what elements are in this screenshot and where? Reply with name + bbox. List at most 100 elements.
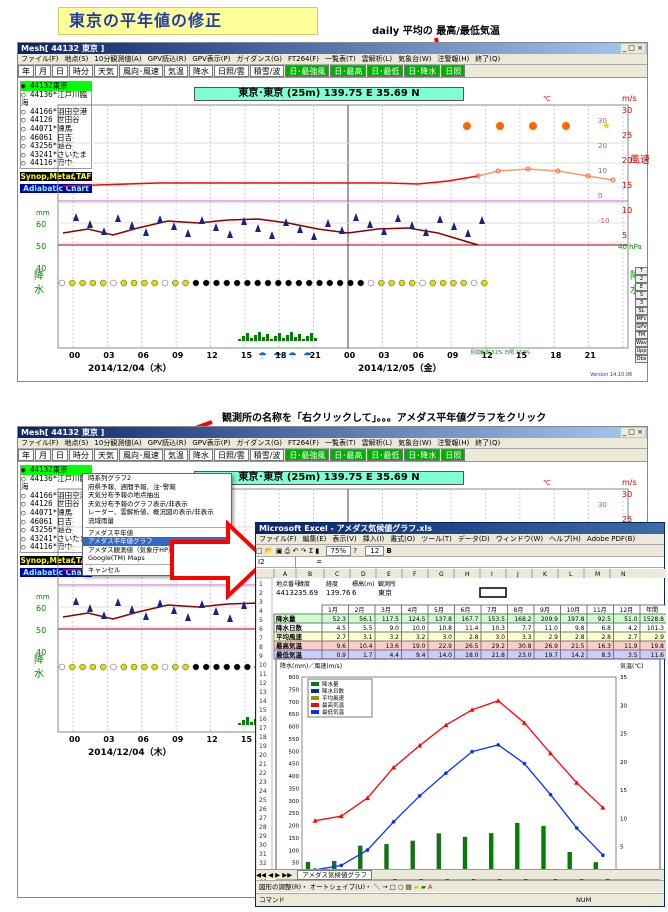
hpa-tick: 50 [36, 242, 46, 251]
arrow-tool-icon[interactable]: → [382, 883, 390, 891]
bar-降水量 [515, 822, 520, 876]
weather-symbol [213, 663, 220, 671]
excel-menu-item[interactable]: Adobe PDF(B) [584, 535, 638, 543]
bar-降水量 [541, 825, 546, 876]
draw-toolbar-label[interactable]: 図形の調整(R)・ オートシェイプ(U)・ [259, 883, 371, 891]
status-left: コマンド [259, 896, 285, 904]
cell-value: 7.7 [522, 625, 532, 632]
side-button[interactable]: T [635, 267, 648, 275]
col-header[interactable]: I [491, 571, 493, 578]
sum-icon[interactable]: Σ [309, 547, 313, 555]
excel-menu-item[interactable]: ツール(T) [418, 535, 455, 543]
left-tick-label: 150 [289, 836, 300, 842]
side-button[interactable]: GPV [635, 323, 648, 331]
weather-symbol [223, 663, 231, 671]
weather-symbol [347, 279, 354, 287]
legend-swatch [311, 703, 319, 707]
sheet-nav-icon[interactable]: ◀◀ ◀ ▶ ▶▶ [256, 871, 292, 879]
chart-left-axis-label: 降水(mm)／風速(m/s) [280, 662, 342, 670]
rect-tool-icon[interactable]: □ [390, 883, 398, 891]
side-button[interactable]: Wav [635, 339, 648, 347]
col-header[interactable]: B [308, 571, 312, 578]
oval-tool-icon[interactable]: ○ [398, 883, 406, 891]
selected-cell[interactable] [479, 587, 507, 598]
month-header: 10月 [567, 607, 581, 614]
precip-bar [274, 336, 277, 341]
info-header: 標高(m) [352, 580, 375, 588]
weather-symbol [79, 663, 86, 671]
side-button[interactable]: S [635, 291, 648, 299]
side-button[interactable]: Obs [635, 355, 648, 363]
excel-menu-item[interactable]: 挿入(I) [360, 535, 388, 543]
help-icon[interactable]: ? [353, 547, 357, 555]
sheet-tab[interactable]: アメダス気候値グラフ [297, 870, 372, 880]
col-header[interactable]: C [335, 571, 339, 578]
excel-menu-item[interactable]: 書式(O) [387, 535, 418, 543]
excel-menu-item[interactable]: ヘルプ(H) [546, 535, 584, 543]
wind-tick: 25 [622, 131, 632, 140]
left-tick-label: 450 [289, 762, 300, 768]
cell-value: 11.6 [651, 652, 665, 659]
side-button[interactable]: E [635, 283, 648, 291]
textbox-tool-icon[interactable]: ▤ [406, 883, 414, 891]
excel-menu-item[interactable]: データ(D) [455, 535, 493, 543]
cell-value: 29.2 [492, 643, 506, 650]
col-header[interactable]: J [516, 571, 519, 578]
precip-axis-label: 降 [34, 653, 44, 666]
excel-menu-item[interactable]: ファイル(F) [256, 535, 300, 543]
fill-color-icon[interactable]: ▰ [414, 883, 421, 891]
font-color-icon[interactable]: A [428, 883, 432, 891]
excel-menu-item[interactable]: ウィンドウ(W) [493, 535, 546, 543]
open-icon[interactable]: 📂 [265, 547, 274, 555]
line-tool-icon[interactable]: ＼ [374, 883, 383, 891]
hour-label: 09 [172, 735, 184, 744]
context-menu-item[interactable]: 府県予報、週間予報、注･警報 [83, 483, 231, 492]
line-color-icon[interactable]: ▰ [421, 883, 428, 891]
weather-symbol [182, 279, 189, 287]
print-icon[interactable]: ⎙ [285, 547, 291, 555]
col-header[interactable]: E [387, 571, 391, 578]
cell-value: 1528.8 [643, 616, 664, 623]
month-header: 5月 [434, 607, 444, 614]
col-header[interactable]: H [465, 571, 470, 578]
excel-titlebar[interactable]: Microsoft Excel - アメダス気候値グラフ.xls [256, 523, 664, 534]
side-button[interactable]: 2 [635, 275, 648, 283]
col-header[interactable]: F [413, 571, 417, 578]
redo-icon[interactable]: ↷ [301, 547, 307, 555]
name-box[interactable]: I2 [256, 557, 296, 568]
side-button[interactable]: 3 [635, 299, 648, 307]
font-size-select[interactable]: 12 [365, 546, 385, 556]
draw-toolbar: 図形の調整(R)・ オートシェイプ(U)・ ＼ → □ ○ ▤ ▰ ▰ A [256, 880, 664, 892]
weather-symbol [89, 279, 97, 287]
col-header[interactable]: D [361, 571, 366, 578]
side-button[interactable]: TM [635, 331, 648, 339]
context-menu-item[interactable]: レーダー、雲解析値、概況図の表示/非表示 [83, 508, 231, 517]
precip-bar [254, 335, 257, 341]
precip-bar [306, 336, 309, 341]
cell-value: 4.5 [336, 625, 346, 632]
precip-bar [250, 722, 253, 725]
point-最低気温 [470, 749, 474, 754]
cell-value: 2.9 [654, 634, 664, 641]
chart-icon[interactable]: ▮ [315, 547, 319, 555]
side-button[interactable]: SL [635, 307, 648, 315]
row-number: 14 [259, 698, 267, 705]
excel-menu-item[interactable]: 表示(V) [329, 535, 359, 543]
cell-value: 117.5 [382, 616, 399, 623]
excel-menu-item[interactable]: 編集(E) [300, 535, 330, 543]
context-menu-item[interactable]: 時系列グラフ2 [83, 474, 231, 483]
undo-icon[interactable]: ↶ [293, 547, 299, 555]
side-button[interactable]: MFc [635, 315, 648, 323]
col-header[interactable]: G [439, 571, 444, 578]
formula-content[interactable]: = [298, 558, 322, 566]
side-button[interactable]: Upp [635, 347, 648, 355]
bold-icon[interactable]: B [386, 547, 391, 555]
legend-label: 平均風速 [322, 694, 345, 702]
save-icon[interactable]: ▣ [276, 547, 283, 555]
zoom-select[interactable]: 75% [325, 546, 352, 556]
col-header[interactable]: N [621, 571, 626, 578]
hpa-tick: 60 [36, 220, 46, 229]
col-header[interactable]: M [595, 571, 600, 578]
new-icon[interactable]: □ [256, 547, 263, 555]
context-menu-item[interactable]: 天気分布予報の地点抽出 [83, 491, 231, 500]
